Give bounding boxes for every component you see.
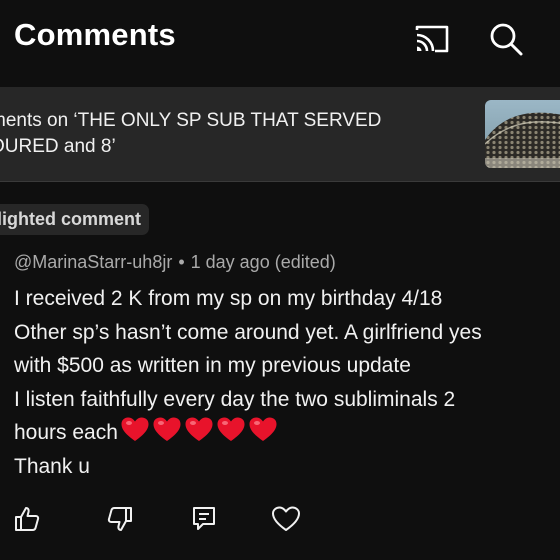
- thumbs-up-icon[interactable]: [11, 503, 43, 535]
- thumbs-down-icon[interactable]: [104, 503, 136, 535]
- cast-icon[interactable]: [413, 20, 451, 58]
- reply-icon[interactable]: [188, 503, 220, 535]
- video-info-strip[interactable]: ments on ‘THE ONLY SP SUB THAT SERVED OU…: [0, 87, 560, 182]
- heart-icon[interactable]: [270, 503, 302, 535]
- highlighted-comment-label: nlighted comment: [0, 209, 142, 229]
- comment-action-bar: [0, 503, 560, 537]
- comment-line: with $500 as written in my previous upda…: [14, 354, 411, 377]
- red-heart-emoji: [121, 417, 149, 441]
- comment-line: Thank u: [14, 454, 90, 478]
- video-thumbnail[interactable]: [485, 100, 560, 168]
- red-heart-emoji: [217, 417, 245, 441]
- comment-author[interactable]: @MarinaStarr-uh8jr: [14, 252, 172, 272]
- comment-text: I received 2 K from my sp on my birthday…: [14, 282, 560, 483]
- comment-line-hearts: hours each: [14, 416, 560, 450]
- red-heart-emoji: [153, 417, 181, 441]
- app-header: Comments: [0, 0, 560, 80]
- video-title: ments on ‘THE ONLY SP SUB THAT SERVED OU…: [0, 110, 382, 157]
- highlighted-comment-badge: nlighted comment: [0, 204, 150, 235]
- comment-line: I listen faithfully every day the two su…: [14, 387, 456, 411]
- comment-line: Other sp’s hasn’t come around yet. A gir…: [14, 320, 482, 344]
- meta-separator: •: [178, 252, 185, 272]
- hearts-emoji-group: [118, 417, 278, 444]
- page-title: Comments: [14, 17, 176, 52]
- red-heart-emoji: [185, 417, 213, 441]
- search-icon[interactable]: [487, 20, 525, 58]
- comment-line: I received 2 K from my sp on my birthday…: [14, 287, 443, 310]
- red-heart-emoji: [249, 417, 277, 441]
- comment-time: 1 day ago (edited): [190, 252, 336, 272]
- comment-line: hours each: [14, 421, 118, 444]
- comment-meta: @MarinaStarr-uh8jr • 1 day ago (edited): [14, 252, 336, 273]
